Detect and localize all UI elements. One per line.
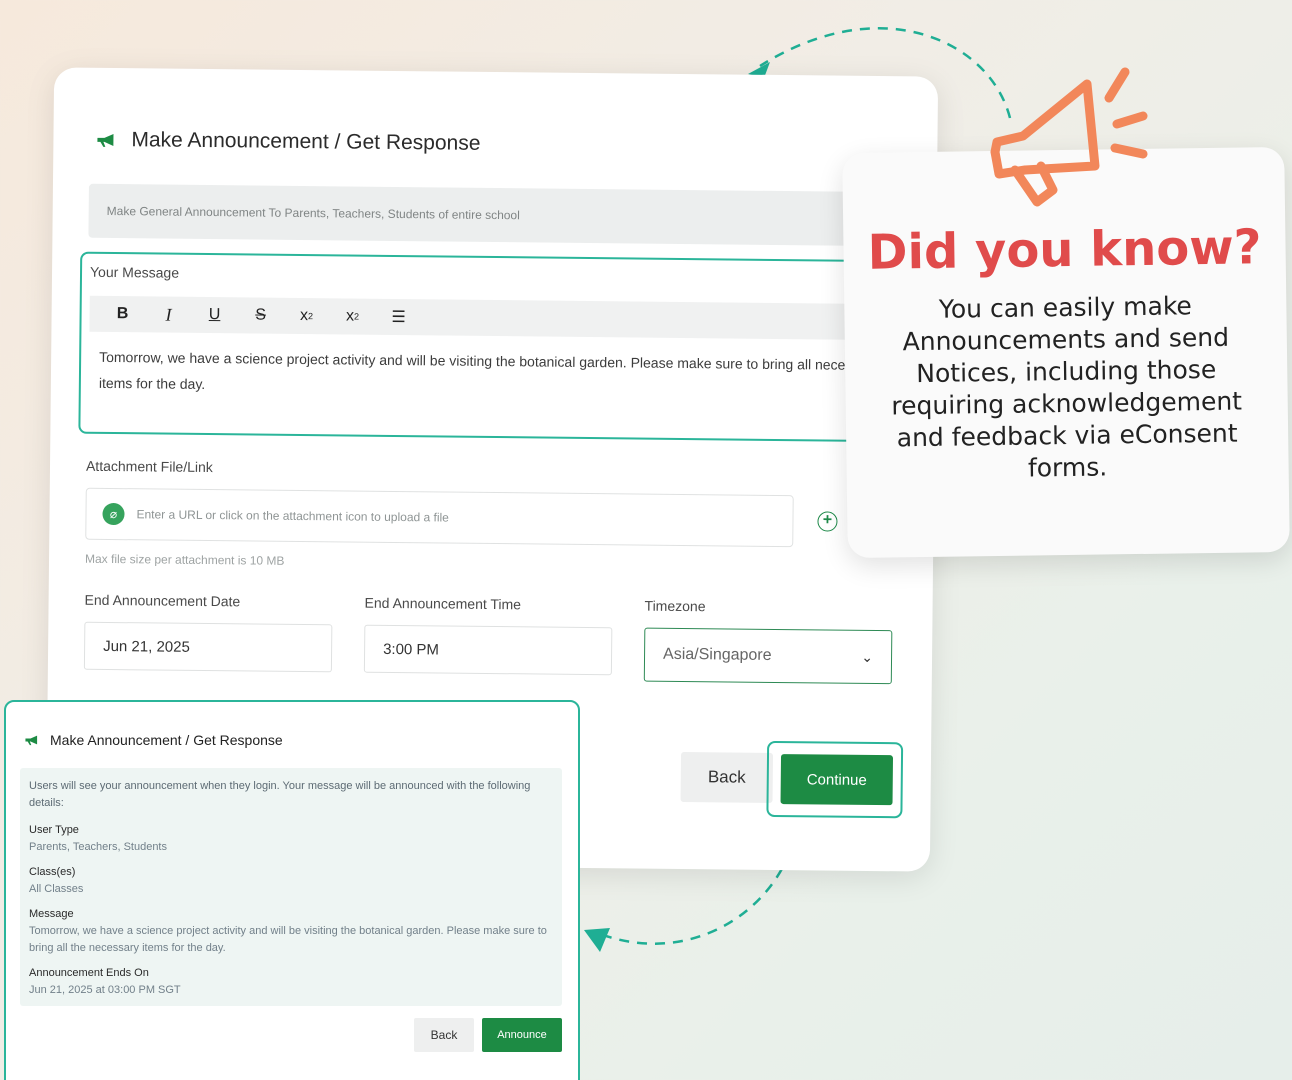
paperclip-icon[interactable]: ⌀ <box>102 502 125 526</box>
underline-button[interactable]: U <box>191 297 237 333</box>
confirm-header: Make Announcement / Get Response <box>24 732 283 748</box>
did-you-know-title: Did you know? <box>867 219 1262 281</box>
continue-highlight: Continue <box>766 740 904 819</box>
end-time-label: End Announcement Time <box>364 594 522 613</box>
megaphone-illustration-icon <box>990 67 1148 207</box>
confirmation-dialog: Make Announcement / Get Response Users w… <box>4 700 580 1080</box>
editor-toolbar: B I U S x2 x2 ☰ <box>89 295 918 341</box>
form-header: Make Announcement / Get Response <box>95 128 481 156</box>
end-time-field[interactable]: 3:00 PM <box>363 624 613 676</box>
attachment-hint: Max file size per attachment is 10 MB <box>84 551 285 568</box>
general-announcement-option[interactable]: Make General Announcement To Parents, Te… <box>88 183 909 247</box>
subscript-button[interactable]: x2 <box>329 298 375 334</box>
attachment-input[interactable]: ⌀ Enter a URL or click on the attachment… <box>85 487 794 548</box>
message-summary-value: Tomorrow, we have a science project acti… <box>29 925 547 954</box>
message-label: Your Message <box>89 263 180 281</box>
strikethrough-button[interactable]: S <box>237 297 283 333</box>
confirm-title: Make Announcement / Get Response <box>50 732 283 748</box>
ends-on-value: Jun 21, 2025 at 03:00 PM SGT <box>29 984 181 996</box>
user-type-value: Parents, Teachers, Students <box>29 841 167 853</box>
chevron-down-icon: ⌄ <box>861 648 874 665</box>
message-summary-label: Message <box>29 908 74 920</box>
add-attachment-icon[interactable]: + <box>817 511 838 532</box>
announce-button[interactable]: Announce <box>482 1018 562 1052</box>
message-editor[interactable]: Your Message B I U S x2 x2 ☰ Tomorrow, w… <box>78 251 921 443</box>
end-date-label: End Announcement Date <box>84 591 241 610</box>
message-textarea[interactable]: Tomorrow, we have a science project acti… <box>99 344 910 404</box>
page-title: Make Announcement / Get Response <box>131 128 481 155</box>
timezone-select[interactable]: Asia/Singapore ⌄ <box>643 627 893 685</box>
ends-on-label: Announcement Ends On <box>29 967 149 979</box>
megaphone-icon <box>25 735 38 746</box>
arrow-bottom-head <box>584 928 610 952</box>
italic-button[interactable]: I <box>145 296 191 332</box>
bold-button[interactable]: B <box>99 296 145 332</box>
announcement-summary: Users will see your announcement when th… <box>20 768 562 1006</box>
timezone-value: Asia/Singapore <box>662 645 772 664</box>
timezone-label: Timezone <box>644 597 706 615</box>
attachment-label: Attachment File/Link <box>85 457 213 476</box>
continue-button[interactable]: Continue <box>780 754 894 806</box>
bullet-list-icon[interactable]: ☰ <box>375 299 421 335</box>
did-you-know-text: You can easily make Announcements and se… <box>891 291 1243 483</box>
user-type-label: User Type <box>29 824 79 836</box>
superscript-button[interactable]: x2 <box>283 298 329 334</box>
megaphone-icon <box>97 134 114 147</box>
end-date-field[interactable]: Jun 21, 2025 <box>83 621 333 673</box>
classes-label: Class(es) <box>29 866 76 878</box>
back-button[interactable]: Back <box>680 751 774 803</box>
summary-intro: Users will see your announcement when th… <box>29 780 531 809</box>
classes-value: All Classes <box>29 883 84 895</box>
confirm-back-button[interactable]: Back <box>414 1018 474 1052</box>
attachment-placeholder: Enter a URL or click on the attachment i… <box>136 507 449 525</box>
